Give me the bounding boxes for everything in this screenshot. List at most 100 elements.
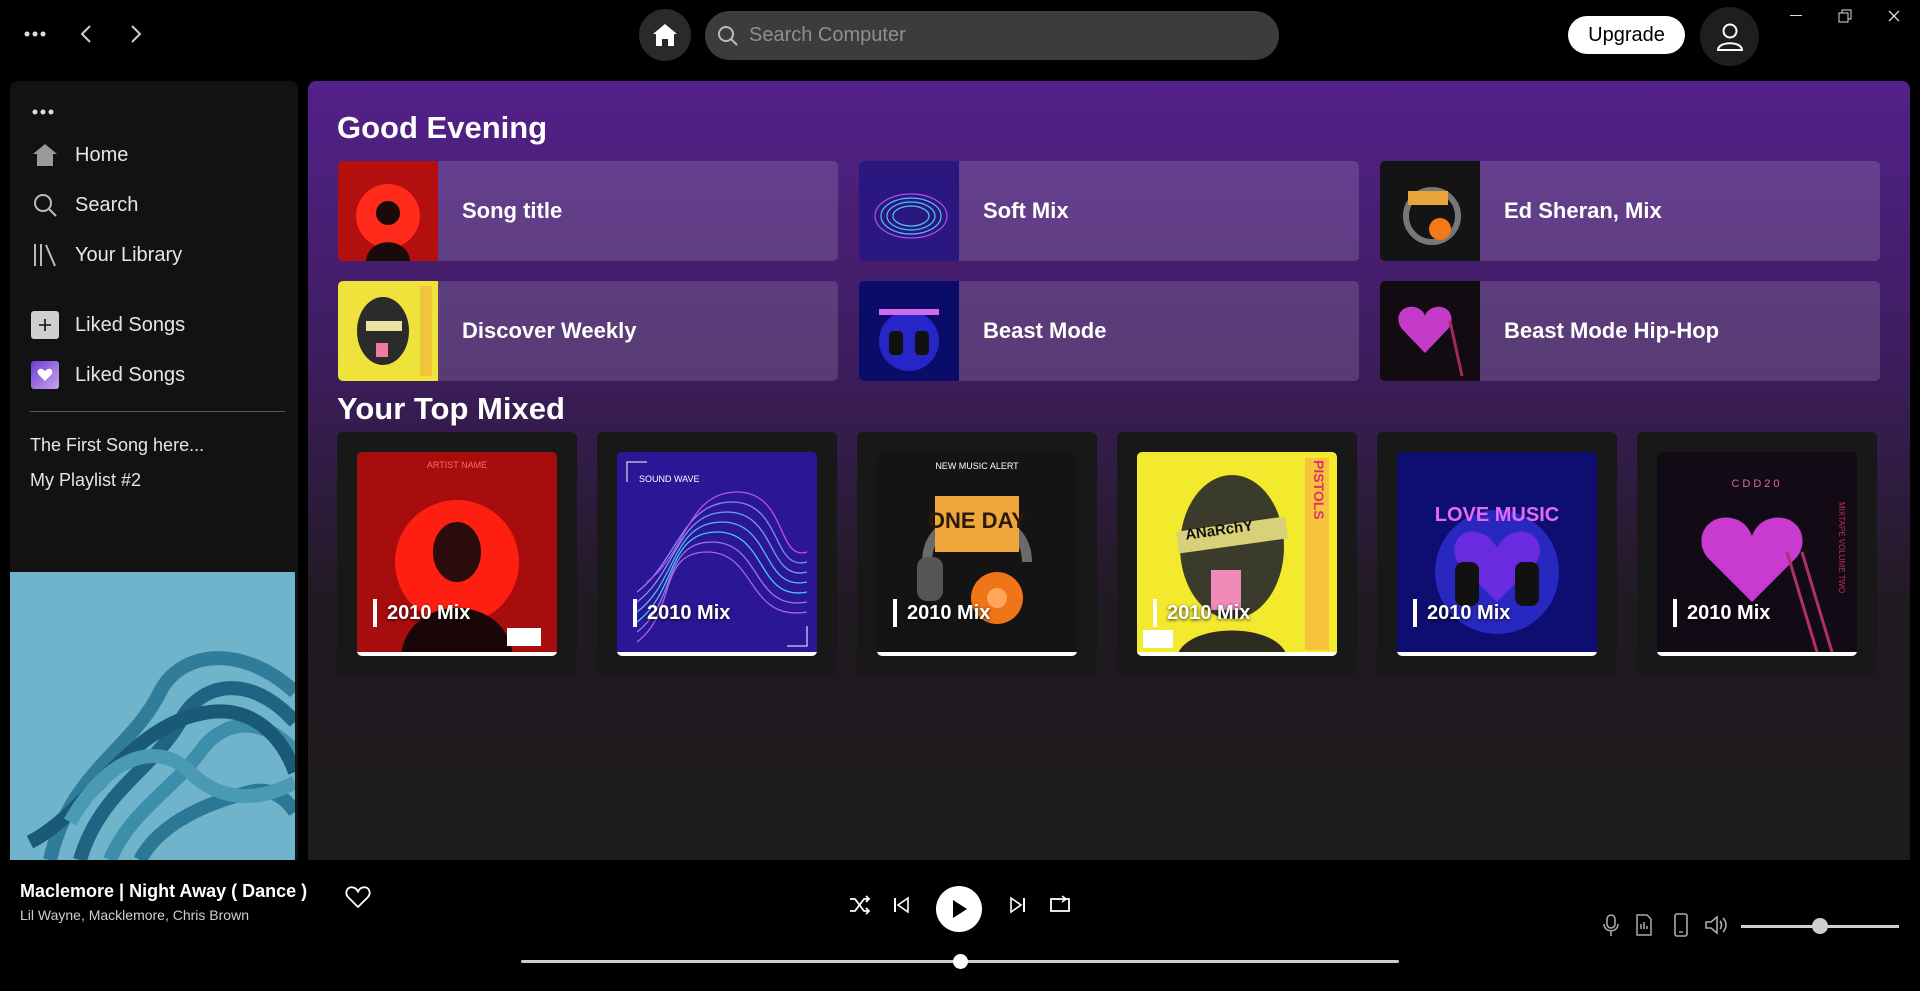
back-icon[interactable] (68, 16, 104, 52)
title-bar: Upgrade (0, 0, 1920, 72)
sidebar-item-home[interactable]: Home (30, 135, 280, 175)
quick-pick-card[interactable]: Ed Sheran, Mix (1380, 161, 1880, 261)
now-playing-artists: Lil Wayne, Macklemore, Chris Brown (20, 907, 249, 923)
now-playing-title: Maclemore | Night Away ( Dance ) (20, 881, 308, 901)
page-title: Good Evening (337, 110, 548, 145)
devices-button[interactable] (1668, 912, 1694, 938)
quick-pick-card[interactable]: Beast Mode Hip-Hop (1380, 281, 1880, 381)
minimize-icon[interactable] (1781, 4, 1811, 28)
album-cover: LOVE MUSIC 2010 Mix (1397, 452, 1597, 656)
search-input[interactable] (749, 11, 1259, 60)
mix-card[interactable]: NEW MUSIC ALERT ONE DAY 2010 Mix (857, 432, 1097, 676)
repeat-button[interactable] (1045, 890, 1075, 920)
volume-icon (1705, 915, 1727, 935)
sidebar-divider (30, 411, 285, 412)
sidebar-item-label: Liked Songs (75, 363, 186, 386)
volume-button[interactable] (1703, 912, 1729, 938)
progress-bar[interactable] (521, 954, 1399, 969)
forward-icon[interactable] (118, 16, 154, 52)
skip-forward-icon (1010, 896, 1025, 914)
quick-pick-title: Ed Sheran, Mix (1504, 198, 1662, 223)
mix-label: 2010 Mix (1413, 599, 1510, 627)
sidebar-item-liked-songs-2[interactable]: Liked Songs (30, 355, 280, 395)
restore-icon[interactable] (1830, 4, 1860, 28)
mix-label: 2010 Mix (893, 599, 990, 627)
home-button[interactable] (639, 9, 691, 61)
quick-pick-card[interactable]: Beast Mode (859, 281, 1359, 381)
main-content: Good Evening Song title Soft Mix Ed Sher… (308, 81, 1910, 860)
now-playing-artwork (10, 572, 295, 860)
cover-text: PISTOLS (1311, 460, 1327, 520)
microphone-icon (1603, 914, 1619, 936)
sidebar-item-library[interactable]: Your Library (30, 235, 280, 275)
quick-pick-title: Beast Mode Hip-Hop (1504, 318, 1720, 343)
album-cover: ARTIST NAME 2010 Mix (357, 452, 557, 656)
home-icon (30, 140, 60, 170)
search-bar[interactable] (705, 11, 1279, 60)
search-icon (718, 26, 738, 46)
quick-pick-card[interactable]: Soft Mix (859, 161, 1359, 261)
mix-card[interactable]: ANaRchY PISTOLS 2010 Mix (1117, 432, 1357, 676)
volume-handle[interactable] (1812, 918, 1828, 934)
cover-text: NEW MUSIC ALERT (935, 461, 1019, 471)
close-icon[interactable] (1879, 4, 1909, 28)
quick-pick-card[interactable]: Song title (338, 161, 838, 261)
sidebar-item-label: Liked Songs (75, 313, 186, 336)
mix-card[interactable]: LOVE MUSIC 2010 Mix (1377, 432, 1617, 676)
mix-label: 2010 Mix (1673, 599, 1770, 627)
sidebar-playlist[interactable]: The First Song here... (30, 435, 204, 456)
upgrade-button[interactable]: Upgrade (1568, 16, 1685, 54)
cover-text: ONE DAY (927, 508, 1027, 533)
progress-handle[interactable] (953, 954, 968, 969)
quick-pick-title: Soft Mix (983, 198, 1069, 223)
sidebar-item-label: Your Library (75, 243, 183, 266)
shuffle-button[interactable] (845, 890, 875, 920)
cover-text: CDD20 (1731, 478, 1783, 490)
heart-icon (31, 361, 59, 389)
mix-card[interactable]: CDD20 MIXTAPE VOLUME TWO 2010 Mix (1637, 432, 1877, 676)
mix-label: 2010 Mix (373, 599, 470, 627)
quick-pick-title: Beast Mode (983, 318, 1107, 343)
album-cover: ANaRchY PISTOLS 2010 Mix (1137, 452, 1337, 656)
sidebar-more-icon[interactable] (32, 95, 54, 121)
next-button[interactable] (1003, 890, 1033, 920)
volume-slider[interactable] (1741, 918, 1899, 934)
shuffle-icon (850, 895, 871, 915)
profile-button[interactable] (1700, 7, 1759, 66)
mix-card[interactable]: ARTIST NAME 2010 Mix (337, 432, 577, 676)
cover-text: SOUND WAVE (639, 474, 700, 484)
home-icon (653, 24, 677, 46)
like-button[interactable] (343, 882, 373, 912)
quick-pick-card[interactable]: Discover Weekly (338, 281, 838, 381)
album-cover (338, 281, 438, 381)
mix-card[interactable]: SOUND WAVE 2010 Mix (597, 432, 837, 676)
play-button[interactable] (936, 886, 982, 932)
quick-pick-title: Song title (462, 198, 563, 223)
album-cover: SOUND WAVE 2010 Mix (617, 452, 817, 656)
more-options-icon[interactable] (17, 16, 53, 52)
user-icon (1716, 23, 1743, 51)
queue-icon (1636, 914, 1652, 936)
previous-button[interactable] (886, 890, 916, 920)
mix-label: 2010 Mix (633, 599, 730, 627)
mix-label: 2010 Mix (1153, 599, 1250, 627)
plus-icon (31, 311, 59, 339)
heart-icon (345, 886, 371, 909)
sidebar-item-search[interactable]: Search (30, 185, 280, 225)
album-cover: CDD20 MIXTAPE VOLUME TWO 2010 Mix (1657, 452, 1857, 656)
lyrics-button[interactable] (1598, 912, 1624, 938)
album-cover (859, 161, 959, 261)
album-cover: NEW MUSIC ALERT ONE DAY 2010 Mix (877, 452, 1077, 656)
player-bar: Maclemore | Night Away ( Dance ) Lil Way… (0, 860, 1920, 991)
repeat-icon (1050, 895, 1070, 912)
cover-text: LOVE MUSIC (1434, 504, 1560, 526)
sidebar-item-liked-songs[interactable]: Liked Songs (30, 305, 280, 345)
album-cover (1380, 281, 1480, 381)
sidebar-playlist[interactable]: My Playlist #2 (30, 470, 141, 491)
queue-button[interactable] (1631, 912, 1657, 938)
album-cover (859, 281, 959, 381)
library-icon (30, 240, 60, 270)
search-icon (30, 190, 60, 220)
cover-text: ARTIST NAME (426, 460, 488, 470)
cover-text: MIXTAPE VOLUME TWO (1837, 502, 1846, 594)
